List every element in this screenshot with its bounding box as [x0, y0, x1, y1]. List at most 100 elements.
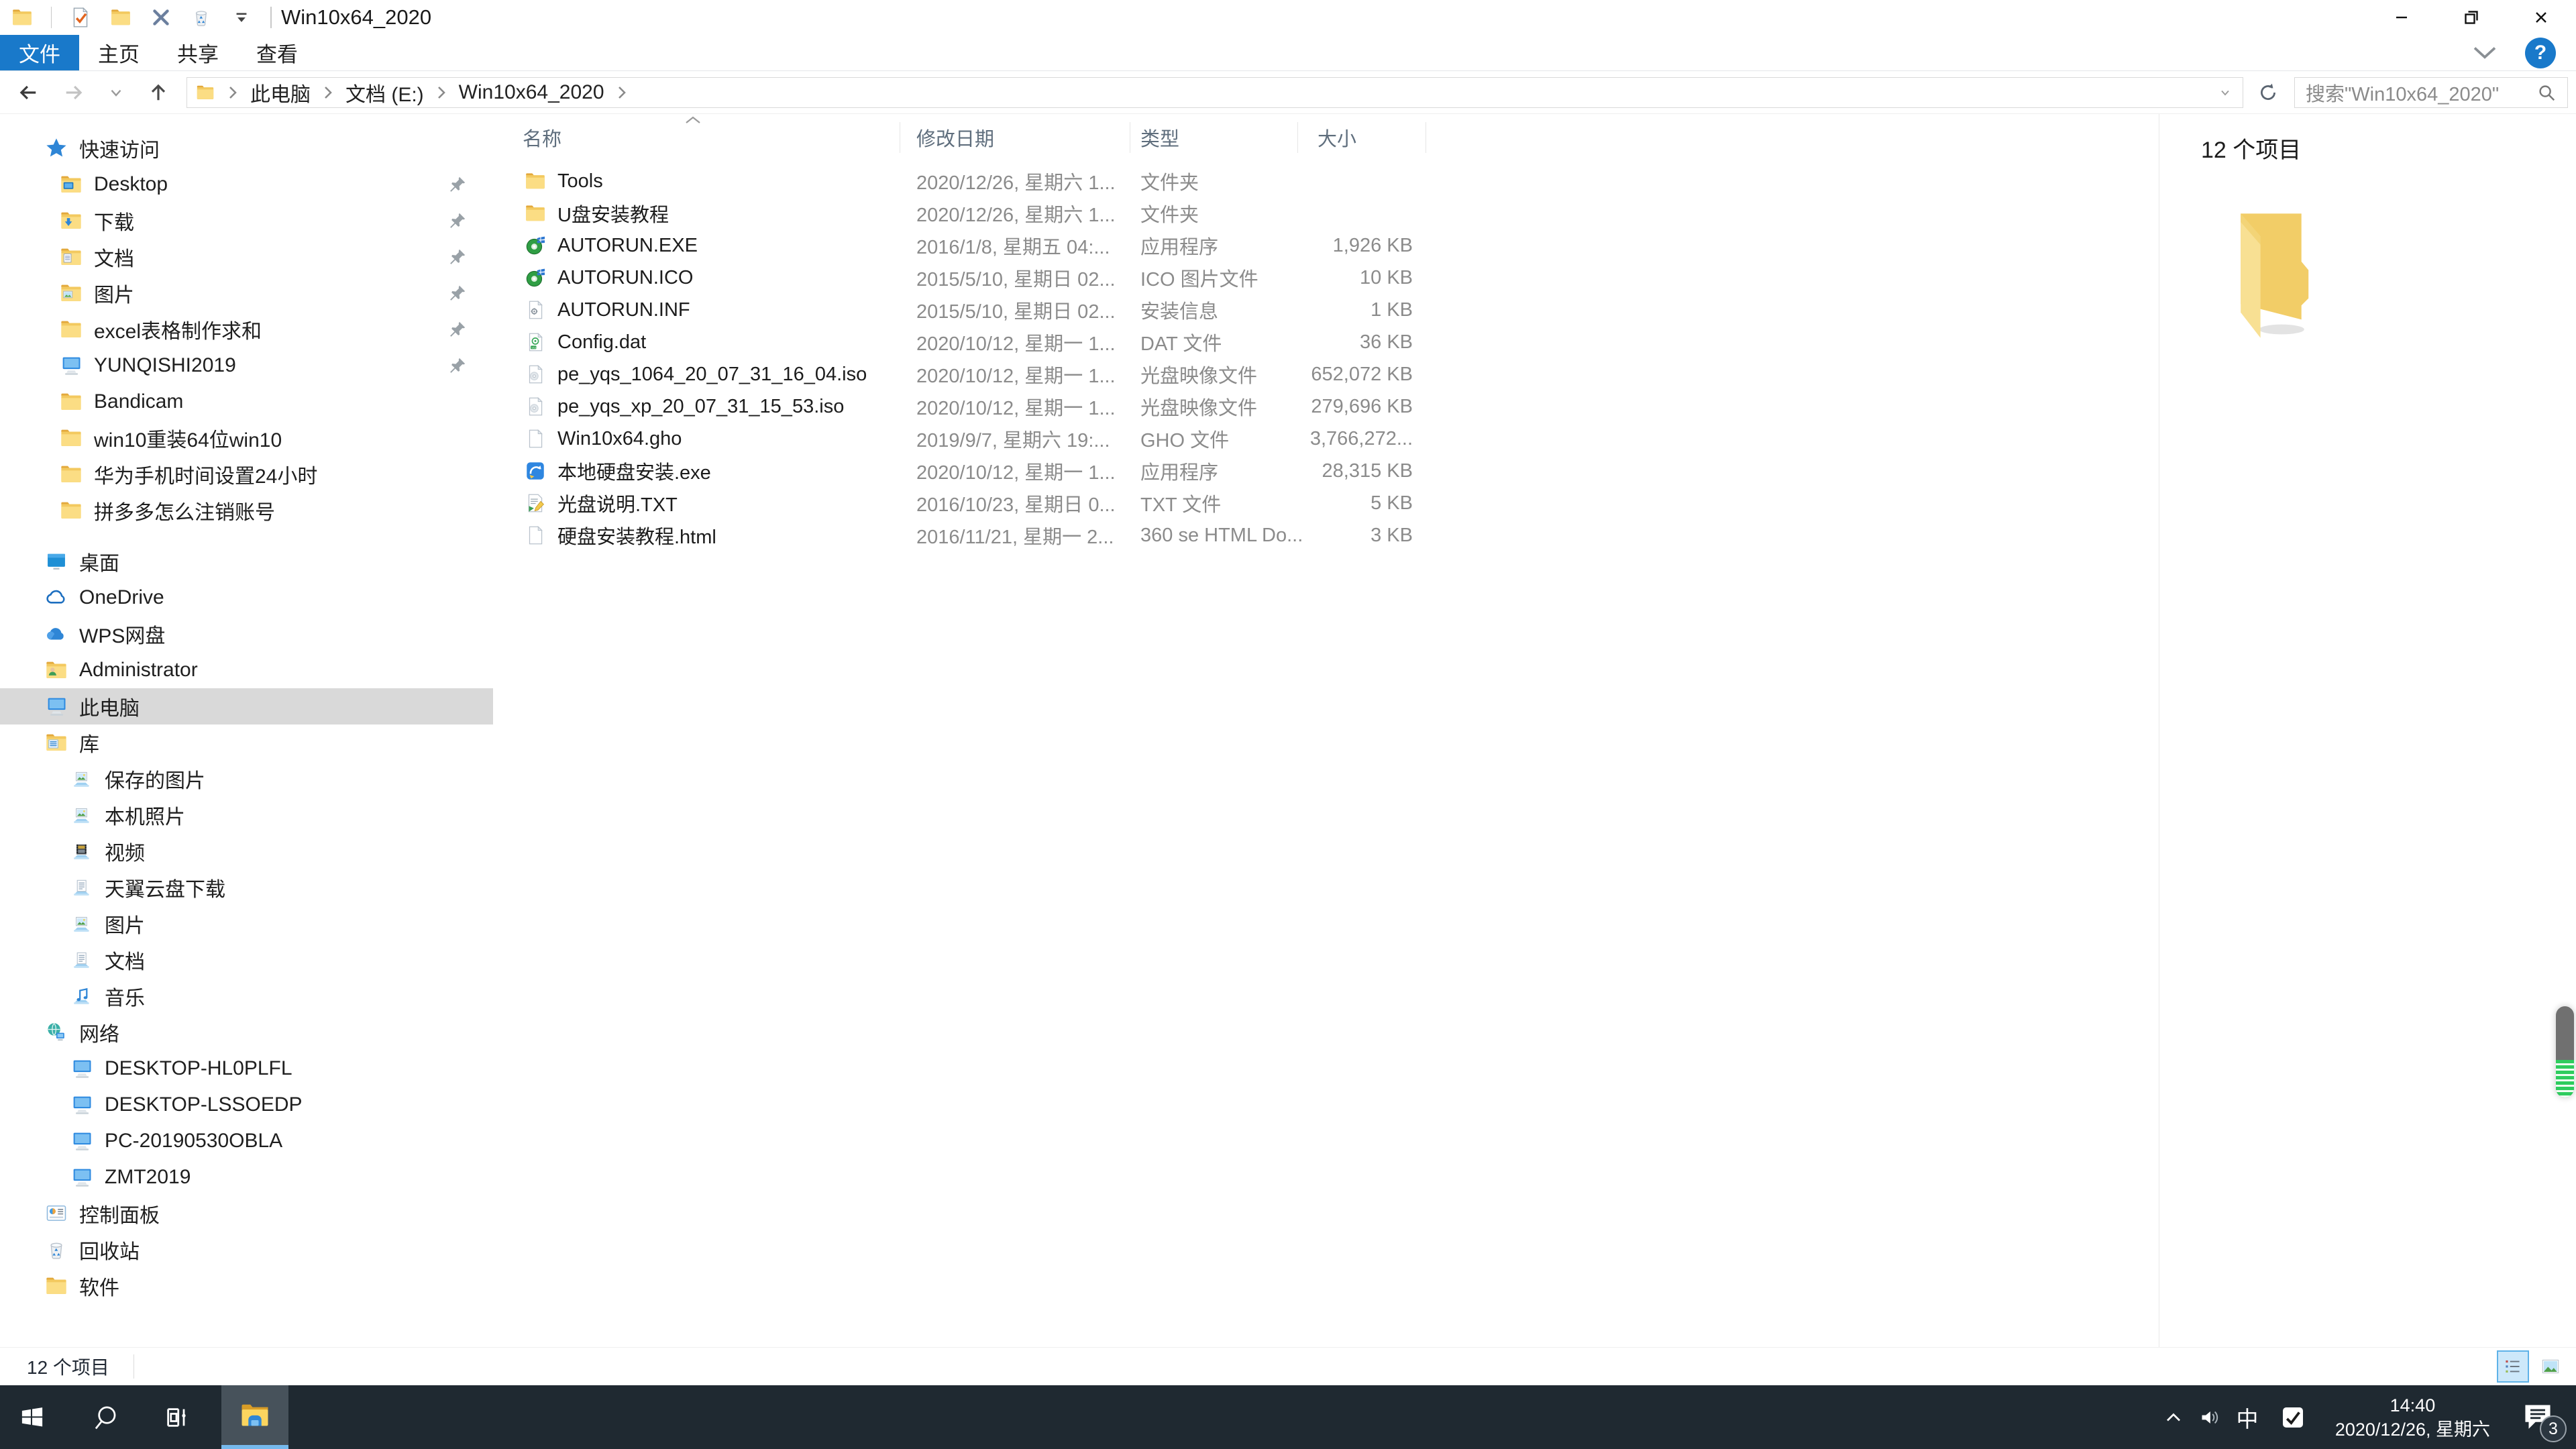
show-hidden-icons-button[interactable]	[2159, 1385, 2188, 1449]
breadcrumb-item[interactable]: Win10x64_2020	[459, 81, 604, 104]
table-row[interactable]: VCD Config.dat 2020/10/12, 星期一 1... DAT 文件 3…	[493, 326, 1426, 358]
table-row[interactable]: U盘安装教程 2020/12/26, 星期六 1... 文件夹	[493, 197, 1426, 229]
tab-查看[interactable]: 查看	[237, 35, 317, 70]
table-row[interactable]: AUTORUN.ICO 2015/5/10, 星期日 02... ICO 图片文件 1…	[493, 262, 1426, 294]
column-header-修改日期[interactable]: 修改日期	[900, 122, 1130, 153]
close-button[interactable]	[2506, 0, 2576, 35]
table-row[interactable]: 光盘说明.TXT 2016/10/23, 星期日 0... TXT 文件 5 KB	[493, 487, 1426, 519]
sidebar-item-音乐[interactable]: 音乐	[0, 978, 493, 1014]
search-input[interactable]: 搜索"Win10x64_2020"	[2294, 76, 2568, 108]
sidebar-item-本机照片[interactable]: 本机照片	[0, 797, 493, 833]
dropdown-arrow-button[interactable]	[230, 6, 253, 29]
details-view-button[interactable]	[2497, 1350, 2529, 1383]
sidebar-item-华为手机时间设置24小时[interactable]: 华为手机时间设置24小时	[0, 456, 493, 492]
file-type: 光盘映像文件	[1140, 398, 1258, 419]
breadcrumb-chevron-icon	[435, 85, 448, 101]
recycle-bin-button[interactable]	[190, 6, 213, 29]
sidebar-item-库[interactable]: 库	[0, 724, 493, 761]
sidebar-item-Administrator[interactable]: Administrator	[0, 652, 493, 688]
file-size: 36 KB	[1360, 331, 1413, 353]
recent-locations-chevron-icon[interactable]	[107, 84, 125, 101]
file-type: DAT 文件	[1140, 333, 1222, 355]
sidebar-item-快速访问[interactable]: 快速访问	[0, 130, 493, 166]
restore-button[interactable]	[2436, 0, 2506, 35]
taskbar-search-button[interactable]	[74, 1385, 138, 1449]
back-icon[interactable]	[16, 80, 40, 105]
column-header-label: 修改日期	[916, 129, 995, 150]
sidebar-item-网络[interactable]: 网络	[0, 1014, 493, 1051]
sidebar-item-文档[interactable]: 文档	[0, 239, 493, 275]
column-header-类型[interactable]: 类型	[1130, 122, 1298, 153]
notification-badge: 3	[2540, 1415, 2567, 1442]
column-header-大小[interactable]: 大小	[1298, 122, 1426, 153]
folder-button[interactable]	[109, 6, 132, 29]
computer-icon	[59, 354, 83, 378]
sidebar-item-此电脑[interactable]: 此电脑	[0, 688, 493, 724]
tab-共享[interactable]: 共享	[158, 35, 237, 70]
table-row[interactable]: 硬盘安装教程.html 2016/11/21, 星期一 2... 360 se HT…	[493, 519, 1426, 551]
tab-文件[interactable]: 文件	[0, 35, 79, 70]
sidebar-item-label: YUNQISHI2019	[94, 354, 236, 376]
explorer-content: 快速访问 Desktop 下载 文档 图片 excel表格制作求和 YUNQISHI2019…	[0, 114, 2576, 1347]
sidebar-item-软件[interactable]: 软件	[0, 1268, 493, 1304]
sidebar-item-天翼云盘下载[interactable]: 天翼云盘下载	[0, 869, 493, 906]
table-row[interactable]: AUTORUN.INF 2015/5/10, 星期日 02... 安装信息 1 KB	[493, 294, 1426, 326]
sidebar-item-WPS网盘[interactable]: WPS网盘	[0, 616, 493, 652]
sidebar-item-图片[interactable]: 图片	[0, 275, 493, 311]
sidebar-item-图片[interactable]: 图片	[0, 906, 493, 942]
sidebar-item-视频[interactable]: 视频	[0, 833, 493, 869]
minimize-button[interactable]	[2367, 0, 2436, 35]
sidebar-item-DESKTOP-HL0PLFL[interactable]: DESKTOP-HL0PLFL	[0, 1051, 493, 1087]
sidebar-item-excel表格制作求和[interactable]: excel表格制作求和	[0, 311, 493, 347]
sidebar-item-保存的图片[interactable]: 保存的图片	[0, 761, 493, 797]
task-view-button[interactable]	[144, 1385, 208, 1449]
sidebar-item-控制面板[interactable]: 控制面板	[0, 1195, 493, 1232]
up-icon[interactable]	[146, 80, 170, 105]
ime-indicator[interactable]: 中	[2231, 1385, 2263, 1449]
breadcrumb-item[interactable]: 文档 (E:)	[345, 78, 424, 107]
volume-button[interactable]	[2195, 1385, 2227, 1449]
breadcrumb-item[interactable]: 此电脑	[250, 78, 311, 107]
table-row[interactable]: AUTORUN.EXE 2016/1/8, 星期五 04:... 应用程序 1,926…	[493, 229, 1426, 262]
help-button[interactable]: ?	[2525, 37, 2556, 68]
sidebar-item-OneDrive[interactable]: OneDrive	[0, 580, 493, 616]
sidebar-item-DESKTOP-LSSOEDP[interactable]: DESKTOP-LSSOEDP	[0, 1087, 493, 1123]
desktop-icon	[44, 549, 68, 574]
table-row[interactable]: Win10x64.gho 2019/9/7, 星期六 19:... GHO 文件 3,…	[493, 423, 1426, 455]
delete-x-button[interactable]	[150, 6, 172, 29]
sidebar-item-桌面[interactable]: 桌面	[0, 543, 493, 580]
sidebar-item-文档[interactable]: 文档	[0, 942, 493, 978]
start-button[interactable]	[0, 1385, 64, 1449]
status-item-count: 12 个项目	[27, 1357, 109, 1378]
thumbnail-view-button[interactable]	[2534, 1350, 2567, 1383]
tab-主页[interactable]: 主页	[79, 35, 158, 70]
forward-icon[interactable]	[62, 80, 86, 105]
taskbar-explorer-button[interactable]	[221, 1385, 288, 1449]
table-row[interactable]: 本地硬盘安装.exe 2020/10/12, 星期一 1... 应用程序 28,315…	[493, 455, 1426, 487]
file-name-cell: VCD Config.dat	[493, 331, 900, 354]
sidebar-item-拼多多怎么注销账号[interactable]: 拼多多怎么注销账号	[0, 492, 493, 529]
side-monitor-gadget[interactable]	[2556, 1006, 2574, 1097]
folder-button[interactable]	[11, 6, 34, 29]
sidebar-item-win10重装64位win10[interactable]: win10重装64位win10	[0, 420, 493, 456]
table-row[interactable]: Tools 2020/12/26, 星期六 1... 文件夹	[493, 165, 1426, 197]
sidebar-item-YUNQISHI2019[interactable]: YUNQISHI2019	[0, 347, 493, 384]
breadcrumb[interactable]: 此电脑 文档 (E:) Win10x64_2020	[186, 76, 2243, 108]
chevron-down-icon[interactable]	[2471, 44, 2498, 62]
file-size: 279,696 KB	[1311, 395, 1413, 417]
table-row[interactable]: pe_yqs_xp_20_07_31_15_53.iso 2020/10/12, …	[493, 390, 1426, 423]
column-headers: 名称 修改日期 类型 大小	[493, 116, 1426, 153]
search-placeholder: 搜索"Win10x64_2020"	[2306, 83, 2500, 105]
table-row[interactable]: pe_yqs_1064_20_07_31_16_04.iso 2020/10/12…	[493, 358, 1426, 390]
sidebar-item-下载[interactable]: 下载	[0, 203, 493, 239]
sidebar-item-ZMT2019[interactable]: ZMT2019	[0, 1159, 493, 1195]
taskbar-clock[interactable]: 14:40 2020/12/26, 星期六	[2335, 1393, 2490, 1442]
sidebar-item-Desktop[interactable]: Desktop	[0, 166, 493, 203]
sidebar-item-回收站[interactable]: 回收站	[0, 1232, 493, 1268]
sidebar-item-Bandicam[interactable]: Bandicam	[0, 384, 493, 420]
security-tray-button[interactable]	[2275, 1385, 2310, 1449]
refresh-button[interactable]	[2253, 77, 2284, 108]
checked-doc-button[interactable]	[69, 6, 92, 29]
sidebar-item-PC-20190530OBLA[interactable]: PC-20190530OBLA	[0, 1123, 493, 1159]
column-header-名称[interactable]: 名称	[493, 116, 900, 153]
